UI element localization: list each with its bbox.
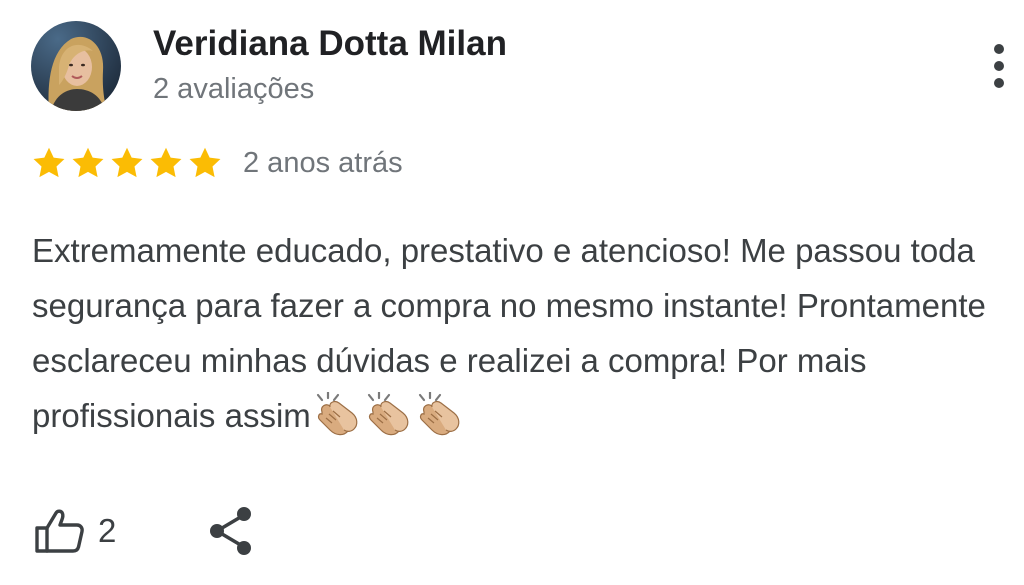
avatar[interactable] <box>31 21 121 111</box>
clapping-hands-icon <box>414 392 464 436</box>
thumbs-up-icon <box>35 509 84 553</box>
share-icon <box>210 507 252 555</box>
more-options-button[interactable] <box>982 40 1016 92</box>
star-rating <box>31 145 223 181</box>
reviewer-review-count[interactable]: 2 avaliações <box>153 70 314 108</box>
reviewer-name[interactable]: Veridiana Dotta Milan <box>153 22 507 66</box>
more-vertical-icon <box>994 44 1004 88</box>
review-text: Extremamente educado, prestativo e atenc… <box>32 223 1017 443</box>
clapping-hands-icon <box>312 392 362 436</box>
review-date: 2 anos atrás <box>243 146 403 179</box>
star-icon <box>148 145 184 181</box>
rating-row: 2 anos atrás <box>31 143 403 183</box>
review-actions: 2 <box>34 505 254 557</box>
star-icon <box>31 145 67 181</box>
share-button[interactable] <box>208 505 254 557</box>
star-icon <box>109 145 145 181</box>
star-icon <box>70 145 106 181</box>
clapping-hands-icon <box>363 392 413 436</box>
like-button[interactable]: 2 <box>34 508 116 554</box>
star-icon <box>187 145 223 181</box>
review-body: Extremamente educado, prestativo e atenc… <box>32 232 986 434</box>
like-count: 2 <box>98 512 117 549</box>
